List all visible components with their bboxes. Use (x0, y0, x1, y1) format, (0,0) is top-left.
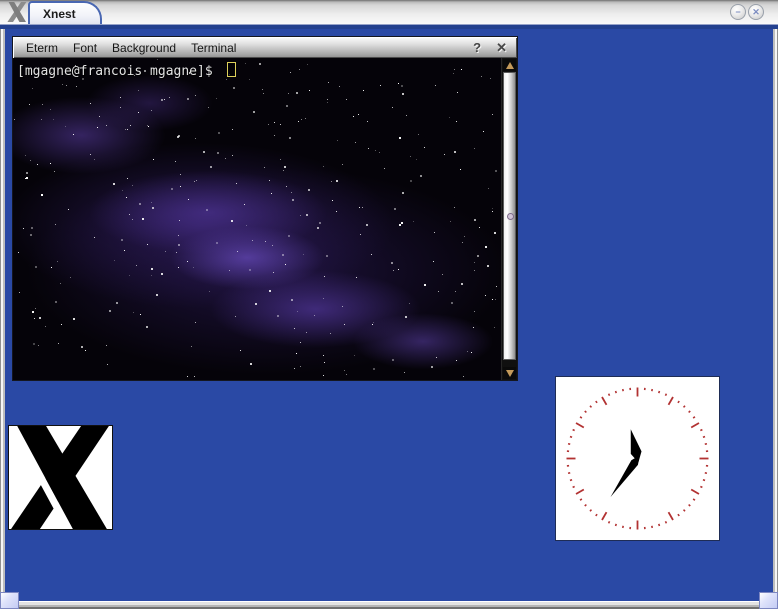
frame-border-left[interactable] (0, 29, 5, 601)
scrollbar-thumb[interactable] (503, 72, 516, 360)
help-button[interactable]: ? (473, 40, 481, 55)
x-window-logo-icon (7, 2, 27, 22)
window-title: Xnest (43, 7, 76, 21)
menu-font[interactable]: Font (73, 41, 97, 55)
scroll-up-button[interactable] (503, 59, 516, 71)
shell-prompt: [mgagne@francois mgagne]$ (17, 64, 213, 79)
menu-terminal[interactable]: Terminal (191, 41, 236, 55)
terminal-body: [mgagne@francois mgagne]$ (13, 58, 517, 380)
terminal-cursor (227, 62, 236, 77)
xclock-window (555, 376, 720, 541)
scroll-down-button[interactable] (503, 367, 516, 379)
menu-background[interactable]: Background (112, 41, 176, 55)
thumb-dimple-icon (507, 213, 514, 220)
terminal-screen[interactable]: [mgagne@francois mgagne]$ (13, 58, 501, 380)
eterm-window: Eterm Font Background Terminal ? ✕ [mgag… (12, 36, 518, 381)
eterm-menubar: Eterm Font Background Terminal ? ✕ (13, 37, 517, 58)
frame-border-bottom[interactable] (0, 601, 778, 609)
xlogo-window (8, 425, 113, 530)
up-arrow-icon (506, 62, 514, 69)
close-icon: ✕ (752, 8, 760, 17)
frame-border-right[interactable] (773, 29, 778, 601)
minimize-button[interactable]: − (730, 4, 746, 20)
down-arrow-icon (506, 370, 514, 377)
clock-face (556, 377, 719, 540)
desktop-root: Eterm Font Background Terminal ? ✕ [mgag… (0, 29, 778, 601)
hour-hand (625, 428, 643, 464)
terminal-close-button[interactable]: ✕ (496, 40, 507, 56)
resize-corner-right[interactable] (759, 592, 778, 609)
minute-hand (607, 453, 643, 499)
window-titlebar[interactable]: Xnest − ✕ (0, 0, 778, 24)
resize-corner-left[interactable] (0, 592, 19, 609)
window-title-tab[interactable]: Xnest (28, 1, 102, 24)
menu-eterm[interactable]: Eterm (26, 41, 58, 55)
prompt-line: [mgagne@francois mgagne]$ (17, 62, 236, 79)
minimize-icon: − (735, 8, 740, 17)
xnest-window: Xnest − ✕ Eterm Font Background Terminal… (0, 0, 778, 609)
x-logo-icon (9, 426, 112, 529)
close-button[interactable]: ✕ (748, 4, 764, 20)
terminal-scrollbar[interactable] (501, 58, 517, 380)
